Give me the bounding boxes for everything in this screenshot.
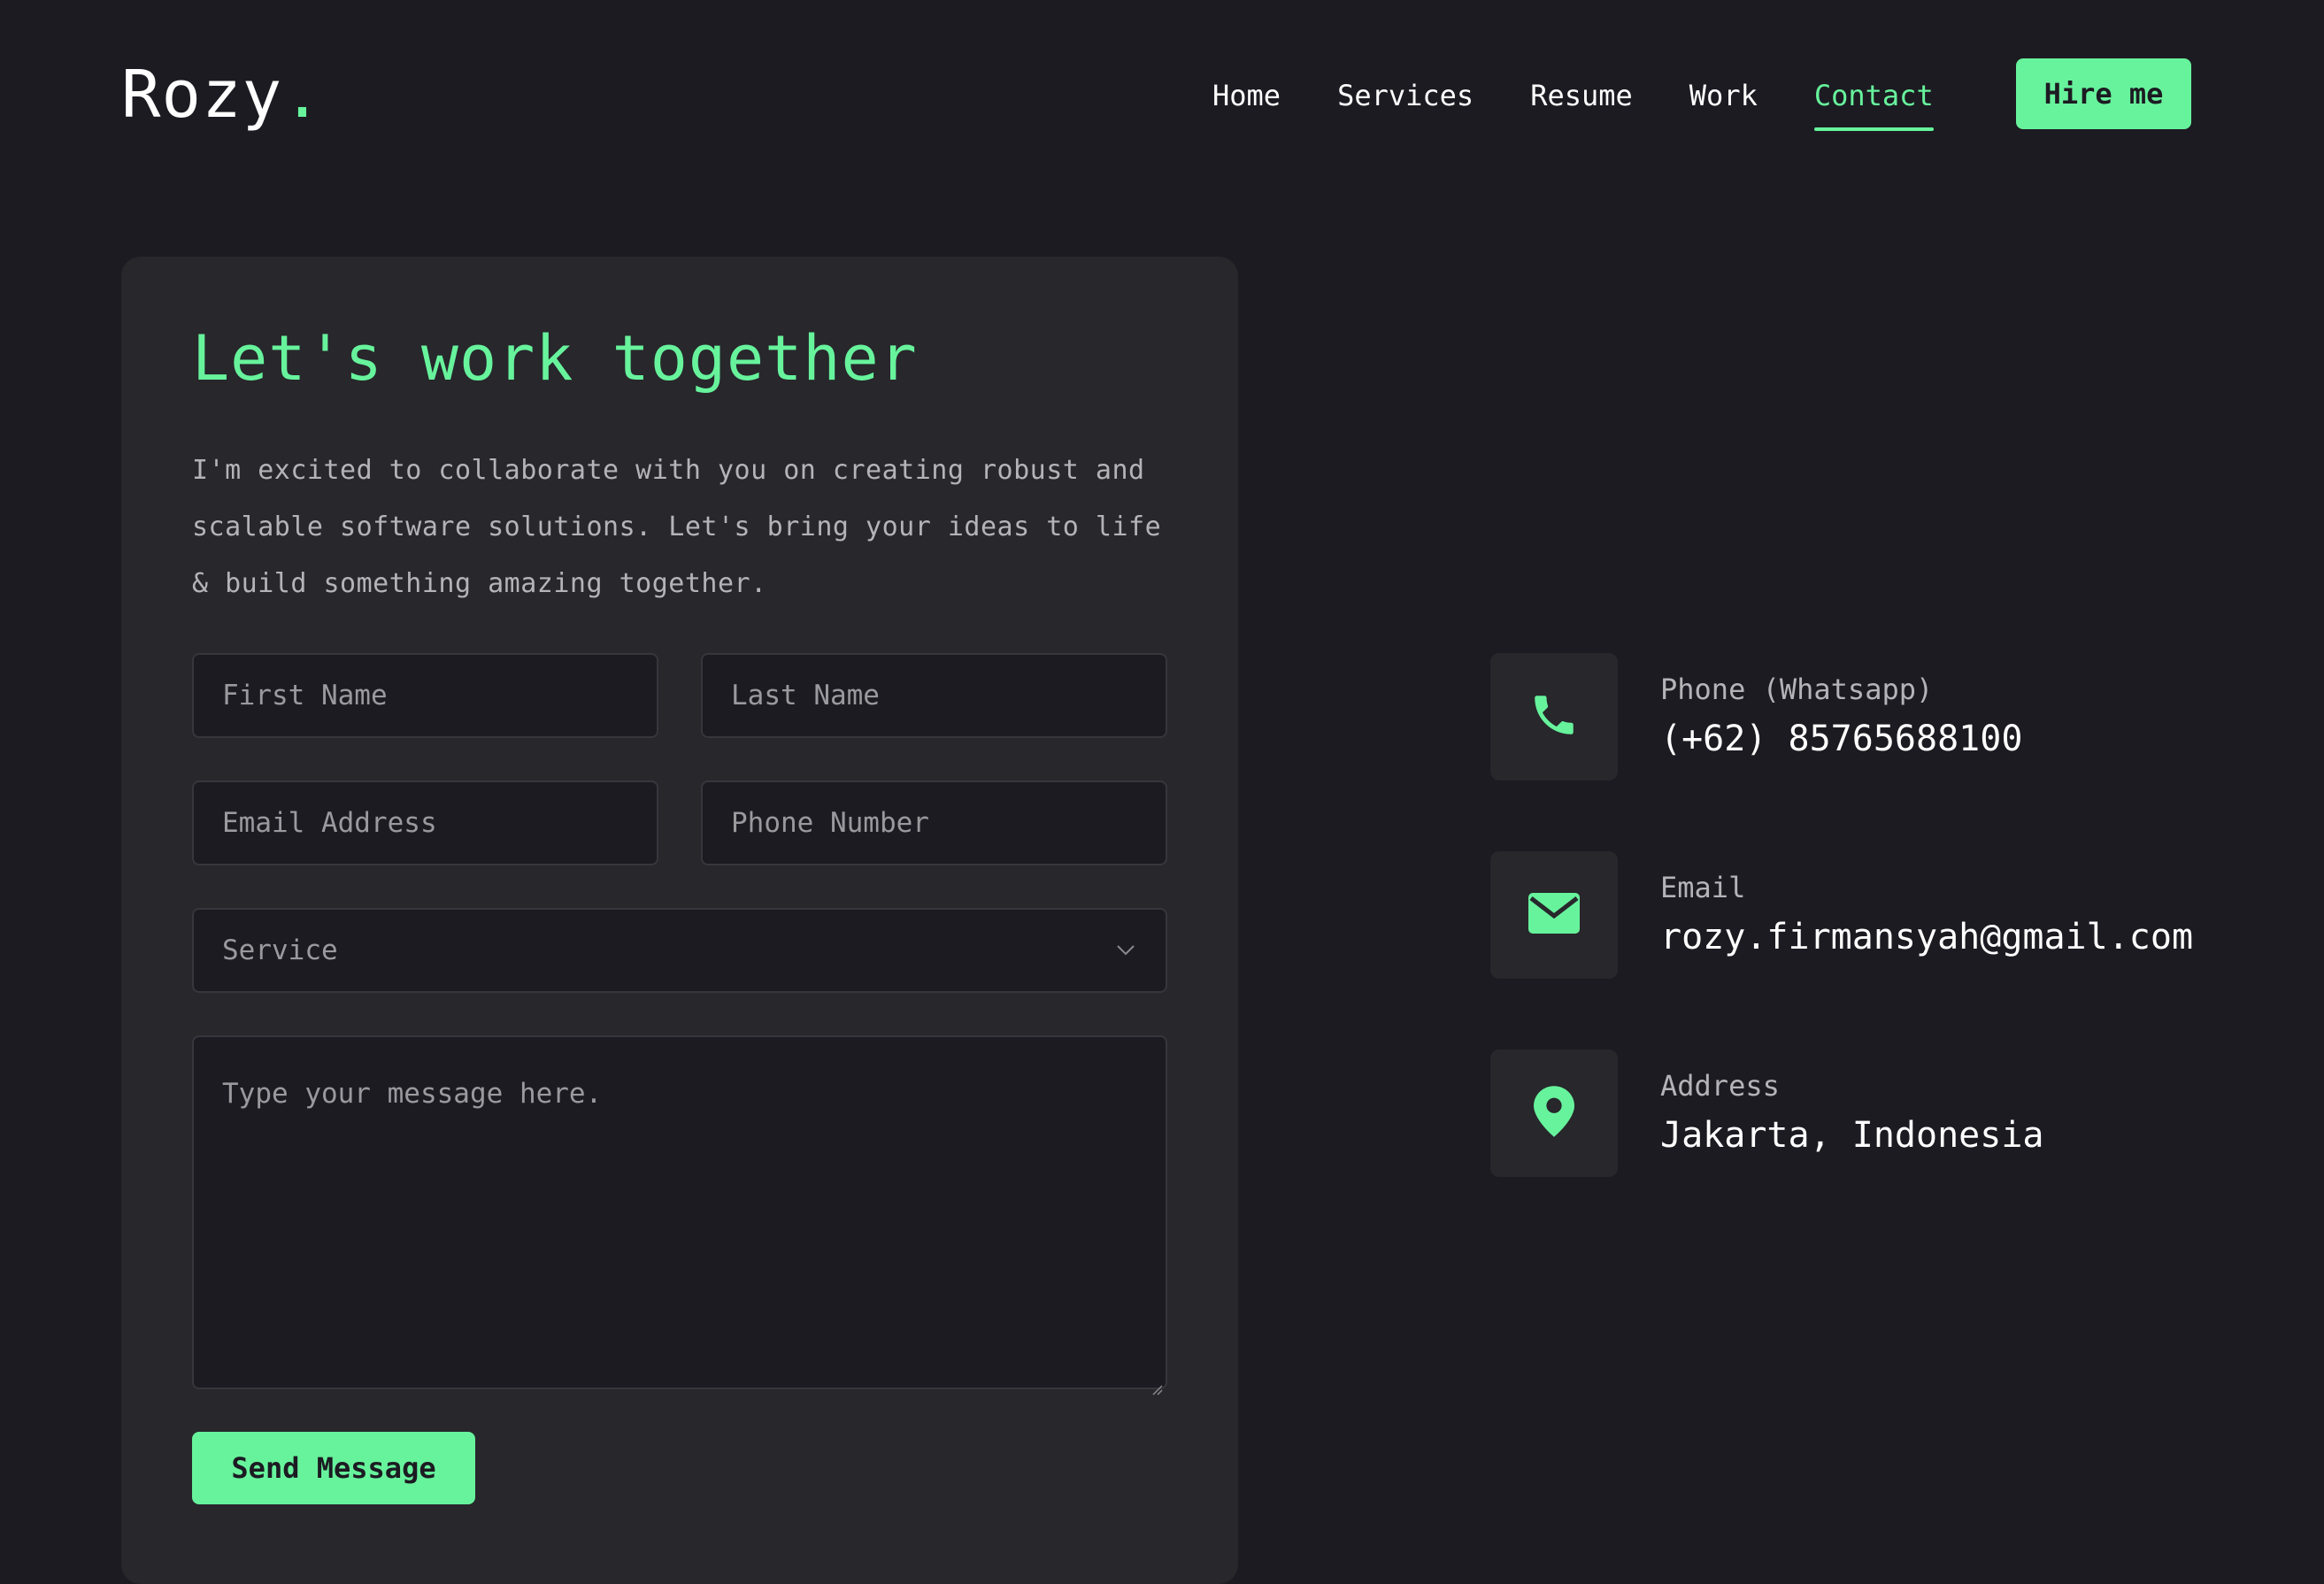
last-name-input[interactable]: Last Name bbox=[701, 653, 1167, 738]
phone-value: (+62) 85765688100 bbox=[1660, 719, 2023, 759]
phone-label: Phone (Whatsapp) bbox=[1660, 673, 1934, 706]
form-title: Let's work together bbox=[192, 322, 918, 395]
phone-icon bbox=[1528, 689, 1580, 744]
email-label: Email bbox=[1660, 871, 1746, 904]
email-placeholder: Email Address bbox=[222, 807, 437, 839]
envelope-icon bbox=[1528, 893, 1580, 937]
send-message-button[interactable]: Send Message bbox=[192, 1432, 475, 1504]
message-textarea[interactable]: Type your message here. bbox=[192, 1035, 1167, 1396]
contact-email: Email rozy.firmansyah@gmail.com bbox=[1490, 851, 2193, 979]
chevron-down-icon bbox=[1112, 937, 1139, 964]
first-name-input[interactable]: First Name bbox=[192, 653, 658, 738]
phone-input[interactable]: Phone Number bbox=[701, 780, 1167, 865]
phone-placeholder: Phone Number bbox=[731, 807, 929, 839]
first-name-placeholder: First Name bbox=[222, 680, 388, 711]
service-placeholder: Service bbox=[222, 934, 338, 966]
address-value: Jakarta, Indonesia bbox=[1660, 1115, 2044, 1156]
nav-contact[interactable]: Contact bbox=[1813, 74, 1934, 131]
logo-dot: . bbox=[282, 57, 323, 133]
resize-handle-icon[interactable] bbox=[1150, 1372, 1164, 1396]
map-pin-icon bbox=[1534, 1086, 1574, 1141]
service-select[interactable]: Service bbox=[192, 908, 1167, 993]
phone-icon-box bbox=[1490, 653, 1618, 780]
nav-home[interactable]: Home bbox=[1212, 74, 1281, 120]
nav-services[interactable]: Services bbox=[1337, 74, 1474, 120]
hire-me-button[interactable]: Hire me bbox=[2016, 58, 2191, 129]
address-label: Address bbox=[1660, 1069, 1780, 1103]
logo[interactable]: Rozy. bbox=[121, 55, 323, 135]
last-name-placeholder: Last Name bbox=[731, 680, 880, 711]
email-value: rozy.firmansyah@gmail.com bbox=[1660, 917, 2194, 957]
nav-resume[interactable]: Resume bbox=[1530, 74, 1633, 120]
form-description: I'm excited to collaborate with you on c… bbox=[192, 455, 1162, 599]
address-icon-box bbox=[1490, 1050, 1618, 1177]
nav-work[interactable]: Work bbox=[1689, 74, 1758, 120]
main-nav: Home Services Resume Work Contact bbox=[1212, 71, 1990, 131]
email-icon-box bbox=[1490, 851, 1618, 979]
contact-form-card: Let's work together I'm excited to colla… bbox=[121, 257, 1238, 1584]
contact-phone: Phone (Whatsapp) (+62) 85765688100 bbox=[1490, 653, 2022, 780]
message-placeholder: Type your message here. bbox=[222, 1078, 603, 1110]
contact-address: Address Jakarta, Indonesia bbox=[1490, 1050, 2043, 1177]
email-input[interactable]: Email Address bbox=[192, 780, 658, 865]
logo-text: Rozy bbox=[121, 57, 283, 133]
